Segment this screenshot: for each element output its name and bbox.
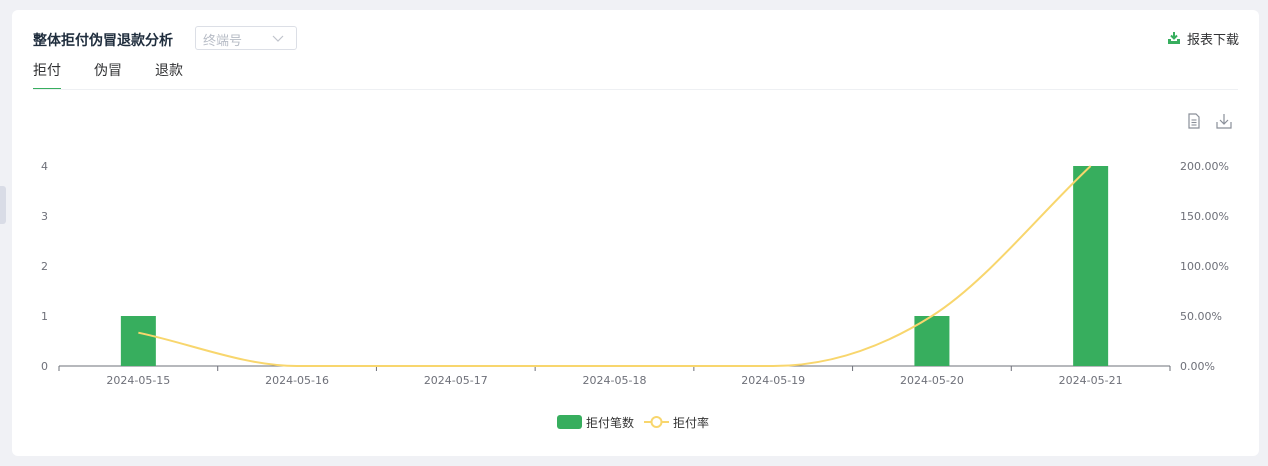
- legend-line-label: 拒付率: [673, 415, 710, 430]
- y-right-tick-label: 50.00%: [1180, 310, 1222, 323]
- legend-item-bar[interactable]: 拒付笔数: [557, 414, 634, 431]
- chargeback-chart: 0 1 2 3 4 0.00% 50.00% 100.00% 150.00% 200.00% 202…: [41, 160, 1229, 387]
- x-tick-label: 2024-05-19: [741, 374, 805, 387]
- bar-mark[interactable]: [1073, 166, 1109, 366]
- y-right-tick-label: 200.00%: [1180, 160, 1229, 173]
- analysis-card: 整体拒付伪冒退款分析 终端号 报表下载 拒付 伪冒 退款 0 1 2 3 4 0…: [12, 10, 1259, 456]
- legend-item-line[interactable]: 拒付率: [644, 414, 709, 431]
- legend-bar-label: 拒付笔数: [586, 415, 635, 430]
- x-tick-label: 2024-05-21: [1059, 374, 1123, 387]
- y-left-tick-label: 4: [41, 160, 48, 173]
- legend-line-swatch: [644, 416, 670, 428]
- y-left-tick-label: 0: [41, 360, 48, 373]
- y-left-tick-label: 3: [41, 210, 48, 223]
- bar-mark[interactable]: [120, 316, 156, 366]
- y-left-tick-label: 2: [41, 260, 48, 273]
- legend-bar-swatch: [557, 415, 582, 429]
- y-left-tick-label: 1: [41, 310, 48, 323]
- x-tick-label: 2024-05-16: [265, 374, 329, 387]
- x-tick-label: 2024-05-20: [900, 374, 964, 387]
- x-tick-label: 2024-05-18: [583, 374, 647, 387]
- x-tick-label: 2024-05-17: [424, 374, 488, 387]
- side-collapse-handle[interactable]: [0, 186, 6, 224]
- chart-legend: 拒付笔数 拒付率: [557, 414, 719, 430]
- y-right-tick-label: 100.00%: [1180, 260, 1229, 273]
- x-tick-label: 2024-05-15: [106, 374, 170, 387]
- y-right-tick-label: 0.00%: [1180, 360, 1215, 373]
- y-right-tick-label: 150.00%: [1180, 210, 1229, 223]
